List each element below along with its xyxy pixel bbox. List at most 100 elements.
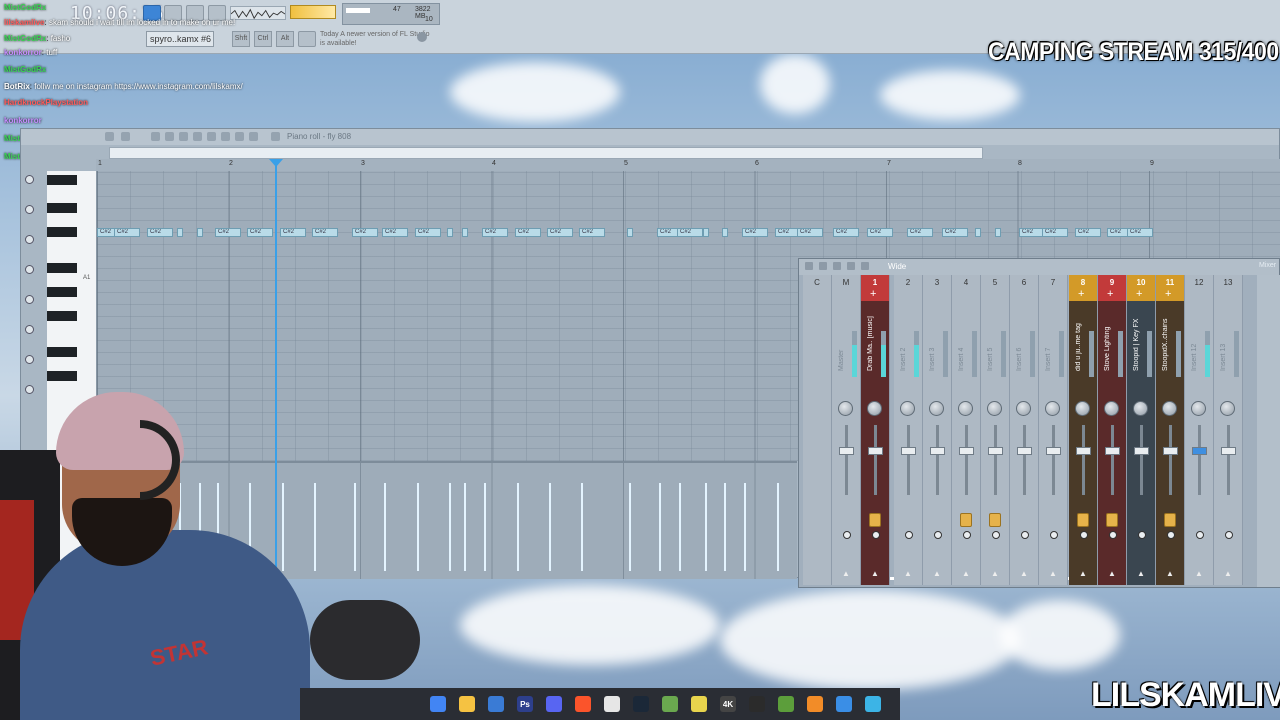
pan-knob-icon[interactable] <box>1133 401 1148 416</box>
send-arrow-icon[interactable]: ▲ <box>1049 569 1057 578</box>
note[interactable]: C#2 <box>1075 228 1101 237</box>
note[interactable]: C#2 <box>833 228 859 237</box>
black-key[interactable] <box>47 203 77 213</box>
pan-knob-icon[interactable] <box>1045 401 1060 416</box>
velocity-bar[interactable] <box>724 483 726 571</box>
shift-button[interactable]: Shft <box>232 31 250 47</box>
velocity-bar[interactable] <box>629 483 631 571</box>
mute-icon[interactable] <box>1225 531 1233 539</box>
mixer-strip[interactable]: 2 Insert 2 ▲ <box>894 275 923 585</box>
update-icon[interactable] <box>417 32 427 42</box>
playback-tool-icon[interactable] <box>249 132 258 141</box>
knob-icon[interactable] <box>25 295 34 304</box>
note[interactable]: C#2 <box>677 228 703 237</box>
velocity-bar[interactable] <box>384 483 386 571</box>
mixer-strip[interactable]: 8 + did u ju..me tag ▲ <box>1069 275 1098 585</box>
pin-icon[interactable] <box>833 262 841 270</box>
mixer-strip[interactable]: 12 Insert 12 ▲ <box>1185 275 1214 585</box>
volume-fader[interactable] <box>1046 447 1061 455</box>
volume-fader[interactable] <box>1221 447 1236 455</box>
note[interactable] <box>722 228 728 237</box>
pan-knob-icon[interactable] <box>1075 401 1090 416</box>
velocity-bar[interactable] <box>659 483 661 571</box>
note[interactable]: C#2 <box>797 228 823 237</box>
slice-tool-icon[interactable] <box>207 132 216 141</box>
note[interactable]: C#2 <box>515 228 541 237</box>
fl-studio-icon[interactable] <box>807 696 823 712</box>
black-key[interactable] <box>47 227 77 237</box>
velocity-bar[interactable] <box>449 483 451 571</box>
knob-icon[interactable] <box>25 355 34 364</box>
mixer-strip[interactable]: 11 + StoopidX..chains ▲ <box>1156 275 1185 585</box>
mute-icon[interactable] <box>963 531 971 539</box>
delete-tool-icon[interactable] <box>179 132 188 141</box>
knob-icon[interactable] <box>25 385 34 394</box>
note[interactable]: C#2 <box>352 228 378 237</box>
pan-knob-icon[interactable] <box>929 401 944 416</box>
velocity-bar[interactable] <box>417 483 419 571</box>
volume-fader[interactable] <box>1076 447 1091 455</box>
app-icon[interactable] <box>778 696 794 712</box>
velocity-bar[interactable] <box>464 483 466 571</box>
piano-roll-titlebar[interactable]: Piano roll - fly 808 <box>21 129 1279 145</box>
mixer-strip[interactable]: C <box>803 275 832 585</box>
route-icon[interactable] <box>869 513 881 527</box>
volume-fader[interactable] <box>1017 447 1032 455</box>
alt-button[interactable]: Alt <box>276 31 294 47</box>
note[interactable] <box>177 228 183 237</box>
piano-roll-scrollbar[interactable] <box>109 147 983 159</box>
black-key[interactable] <box>47 311 77 321</box>
volume-fader[interactable] <box>1163 447 1178 455</box>
send-arrow-icon[interactable]: ▲ <box>933 569 941 578</box>
playhead[interactable] <box>275 159 277 579</box>
pan-knob-icon[interactable] <box>1191 401 1206 416</box>
pan-knob-icon[interactable] <box>1016 401 1031 416</box>
send-arrow-icon[interactable]: ▲ <box>1166 569 1174 578</box>
menu-icon[interactable] <box>105 132 114 141</box>
mixer-strip[interactable]: 13 Insert 13 ▲ <box>1214 275 1243 585</box>
black-key[interactable] <box>47 175 77 185</box>
plus-icon[interactable]: + <box>1078 289 1084 300</box>
volume-fader[interactable] <box>839 447 854 455</box>
send-arrow-icon[interactable]: ▲ <box>1137 569 1145 578</box>
knob-icon[interactable] <box>25 235 34 244</box>
pan-knob-icon[interactable] <box>838 401 853 416</box>
app-icon[interactable] <box>662 696 678 712</box>
send-arrow-icon[interactable]: ▲ <box>962 569 970 578</box>
mute-icon[interactable] <box>1109 531 1117 539</box>
volume-fader[interactable] <box>930 447 945 455</box>
select-tool-icon[interactable] <box>221 132 230 141</box>
playhead-marker-icon[interactable] <box>269 159 283 167</box>
note[interactable]: C#2 <box>247 228 273 237</box>
send-arrow-icon[interactable]: ▲ <box>1224 569 1232 578</box>
zoom-tool-icon[interactable] <box>235 132 244 141</box>
note[interactable]: C#2 <box>382 228 408 237</box>
note[interactable]: C#2 <box>415 228 441 237</box>
mute-icon[interactable] <box>1080 531 1088 539</box>
arrow-icon[interactable] <box>805 262 813 270</box>
mute-icon[interactable] <box>843 531 851 539</box>
mixer-strip[interactable]: 6 Insert 6 ▲ <box>1010 275 1039 585</box>
knob-icon[interactable] <box>25 265 34 274</box>
send-arrow-icon[interactable]: ▲ <box>1079 569 1087 578</box>
paint-tool-icon[interactable] <box>165 132 174 141</box>
route-icon[interactable] <box>1077 513 1089 527</box>
mixer-titlebar[interactable]: Wide Mixer <box>799 259 1279 275</box>
velocity-bar[interactable] <box>282 483 284 571</box>
volume-fader[interactable] <box>901 447 916 455</box>
send-arrow-icon[interactable]: ▲ <box>871 569 879 578</box>
note[interactable]: C#2 <box>482 228 508 237</box>
volume-fader[interactable] <box>959 447 974 455</box>
send-arrow-icon[interactable]: ▲ <box>904 569 912 578</box>
volume-fader[interactable] <box>1192 447 1207 455</box>
pan-knob-icon[interactable] <box>867 401 882 416</box>
snap-icon[interactable] <box>298 31 316 47</box>
mixer-strip[interactable]: M Master ▲ <box>832 275 861 585</box>
note[interactable] <box>197 228 203 237</box>
steam-icon[interactable] <box>633 696 649 712</box>
pan-knob-icon[interactable] <box>1104 401 1119 416</box>
mixer-strip[interactable]: 1 + Drab Ma.. [music] ▲ <box>861 275 890 585</box>
note[interactable]: C#2 <box>579 228 605 237</box>
speaker-icon[interactable] <box>271 132 280 141</box>
master-volume-bar[interactable] <box>290 5 336 19</box>
